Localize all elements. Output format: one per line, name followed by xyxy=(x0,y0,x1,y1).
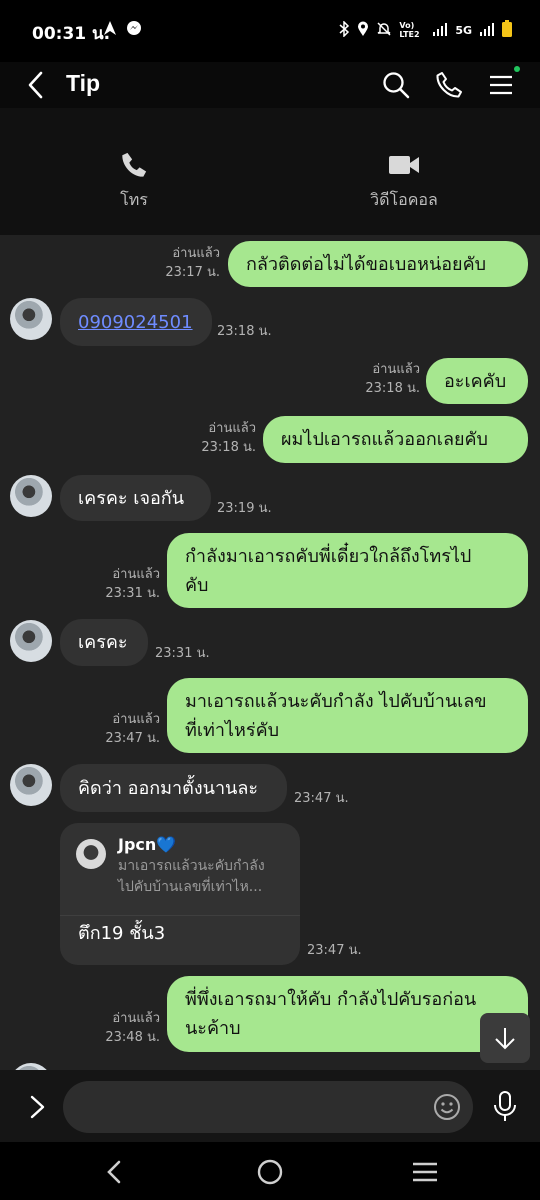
mute-icon xyxy=(376,21,392,40)
bluetooth-icon xyxy=(338,19,350,40)
incoming-message[interactable]: 0909024501 xyxy=(60,298,212,346)
phone-icon xyxy=(64,148,204,182)
system-back-button[interactable] xyxy=(100,1158,130,1186)
message-time: 23:18 น. xyxy=(201,440,256,455)
reply-quote-text: มาเอารถแล้วนะคับกำลัง ไปคับบ้านเลขที่เท่… xyxy=(118,858,265,895)
contact-avatar[interactable] xyxy=(10,764,52,806)
message-time: 23:48 น. xyxy=(105,1030,160,1045)
contact-avatar[interactable] xyxy=(10,1063,52,1070)
contact-avatar[interactable] xyxy=(10,475,52,517)
location-icon xyxy=(357,21,369,40)
message-meta: อ่านแล้ว 23:18 น. xyxy=(300,360,420,398)
outgoing-message[interactable]: กำลังมาเอารถคับพี่เดี๋ยวใกล้ถึงโทรไป คับ xyxy=(167,533,528,608)
notification-dot xyxy=(514,66,520,72)
video-camera-icon xyxy=(334,148,474,182)
outgoing-message[interactable]: พี่พึ่งเอารถมาให้คับ กำลังไปคับรอก่อน นะ… xyxy=(167,976,528,1052)
call-button[interactable] xyxy=(434,70,464,100)
chat-messages[interactable]: อ่านแล้ว 23:17 น. กลัวติดต่อไม่ได้ขอเบอห… xyxy=(0,235,540,1070)
status-time: 00:31 น. xyxy=(32,24,111,44)
reply-avatar xyxy=(76,839,106,869)
message-time: 23:19 น. xyxy=(217,501,272,516)
message-time: 23:47 น. xyxy=(307,943,362,958)
read-receipt: อ่านแล้ว xyxy=(372,362,420,377)
message-time: 23:17 น. xyxy=(165,265,220,280)
system-navigation-bar xyxy=(0,1142,540,1200)
message-time: 23:47 น. xyxy=(294,791,349,806)
microphone-button[interactable] xyxy=(490,1090,520,1124)
reply-message[interactable]: Jpcn💙 มาเอารถแล้วนะคับกำลัง ไปคับบ้านเลข… xyxy=(60,823,300,965)
message-input-bar xyxy=(0,1070,540,1142)
outgoing-message[interactable]: อะเคคับ xyxy=(426,358,528,404)
messenger-icon xyxy=(126,20,142,40)
status-bar: 00:31 น. Vo) LTE2 5G xyxy=(0,0,540,62)
read-receipt: อ่านแล้ว xyxy=(112,567,160,582)
emoji-button[interactable] xyxy=(432,1092,462,1122)
message-time: 23:18 น. xyxy=(217,324,272,339)
quoted-message[interactable]: Jpcn💙 มาเอารถแล้วนะคับกำลัง ไปคับบ้านเลข… xyxy=(76,835,286,915)
back-button[interactable] xyxy=(24,70,50,100)
message-meta: อ่านแล้ว 23:31 น. xyxy=(40,565,160,603)
menu-button[interactable] xyxy=(486,70,516,100)
incoming-message[interactable]: คิดว่า ออกมาตั้งนานละ xyxy=(60,764,287,812)
read-receipt: อ่านแล้ว xyxy=(208,421,256,436)
signal-icon xyxy=(479,22,495,39)
scroll-to-bottom-button[interactable] xyxy=(480,1013,530,1063)
contact-avatar[interactable] xyxy=(10,298,52,340)
voice-call-label: โทร xyxy=(120,190,148,209)
reply-divider xyxy=(60,915,300,916)
outgoing-message[interactable]: มาเอารถแล้วนะคับกำลัง ไปคับบ้านเลข ที่เท… xyxy=(167,678,528,753)
read-receipt: อ่านแล้ว xyxy=(112,712,160,727)
incoming-message[interactable]: เครคะ xyxy=(60,619,148,666)
message-meta: อ่านแล้ว 23:17 น. xyxy=(100,244,220,282)
message-input[interactable] xyxy=(63,1081,473,1133)
system-recents-button[interactable] xyxy=(410,1158,440,1186)
message-meta: อ่านแล้ว 23:48 น. xyxy=(40,1009,160,1047)
quick-actions-bar: โทร วิดีโอคอล xyxy=(0,108,540,235)
message-meta: อ่านแล้ว 23:47 น. xyxy=(40,710,160,748)
message-time: 23:31 น. xyxy=(105,586,160,601)
chat-header: Tip xyxy=(0,62,540,108)
phone-number-link[interactable]: 0909024501 xyxy=(78,308,193,337)
outgoing-message[interactable]: ผมไปเอารถแล้วออกเลยคับ xyxy=(263,416,528,463)
read-receipt: อ่านแล้ว xyxy=(112,1011,160,1026)
outgoing-message[interactable]: กลัวติดต่อไม่ได้ขอเบอหน่อยคับ xyxy=(228,241,528,287)
message-time: 23:47 น. xyxy=(105,731,160,746)
message-time: 23:31 น. xyxy=(155,646,210,661)
signal-icon xyxy=(432,22,448,39)
system-home-button[interactable] xyxy=(256,1158,286,1186)
message-meta: อ่านแล้ว 23:18 น. xyxy=(136,419,256,457)
battery-icon xyxy=(502,20,512,40)
volte-label: Vo) LTE2 xyxy=(399,21,420,39)
expand-button[interactable] xyxy=(24,1092,50,1122)
contact-avatar[interactable] xyxy=(10,620,52,662)
chat-title: Tip xyxy=(66,70,101,96)
reply-body-text: ตึก19 ชั้น3 xyxy=(78,923,166,944)
video-call-label: วิดีโอคอล xyxy=(370,190,438,209)
search-button[interactable] xyxy=(381,70,411,100)
video-call-action[interactable]: วิดีโอคอล xyxy=(334,148,474,213)
read-receipt: อ่านแล้ว xyxy=(172,246,220,261)
voice-call-action[interactable]: โทร xyxy=(64,148,204,213)
reply-sender-name: Jpcn💙 xyxy=(118,835,177,854)
navigation-icon xyxy=(102,20,118,40)
arrow-down-icon xyxy=(495,1028,515,1050)
message-time: 23:18 น. xyxy=(365,381,420,396)
incoming-message[interactable]: เครคะ เจอกัน xyxy=(60,475,211,521)
network-label: 5G xyxy=(455,23,472,37)
